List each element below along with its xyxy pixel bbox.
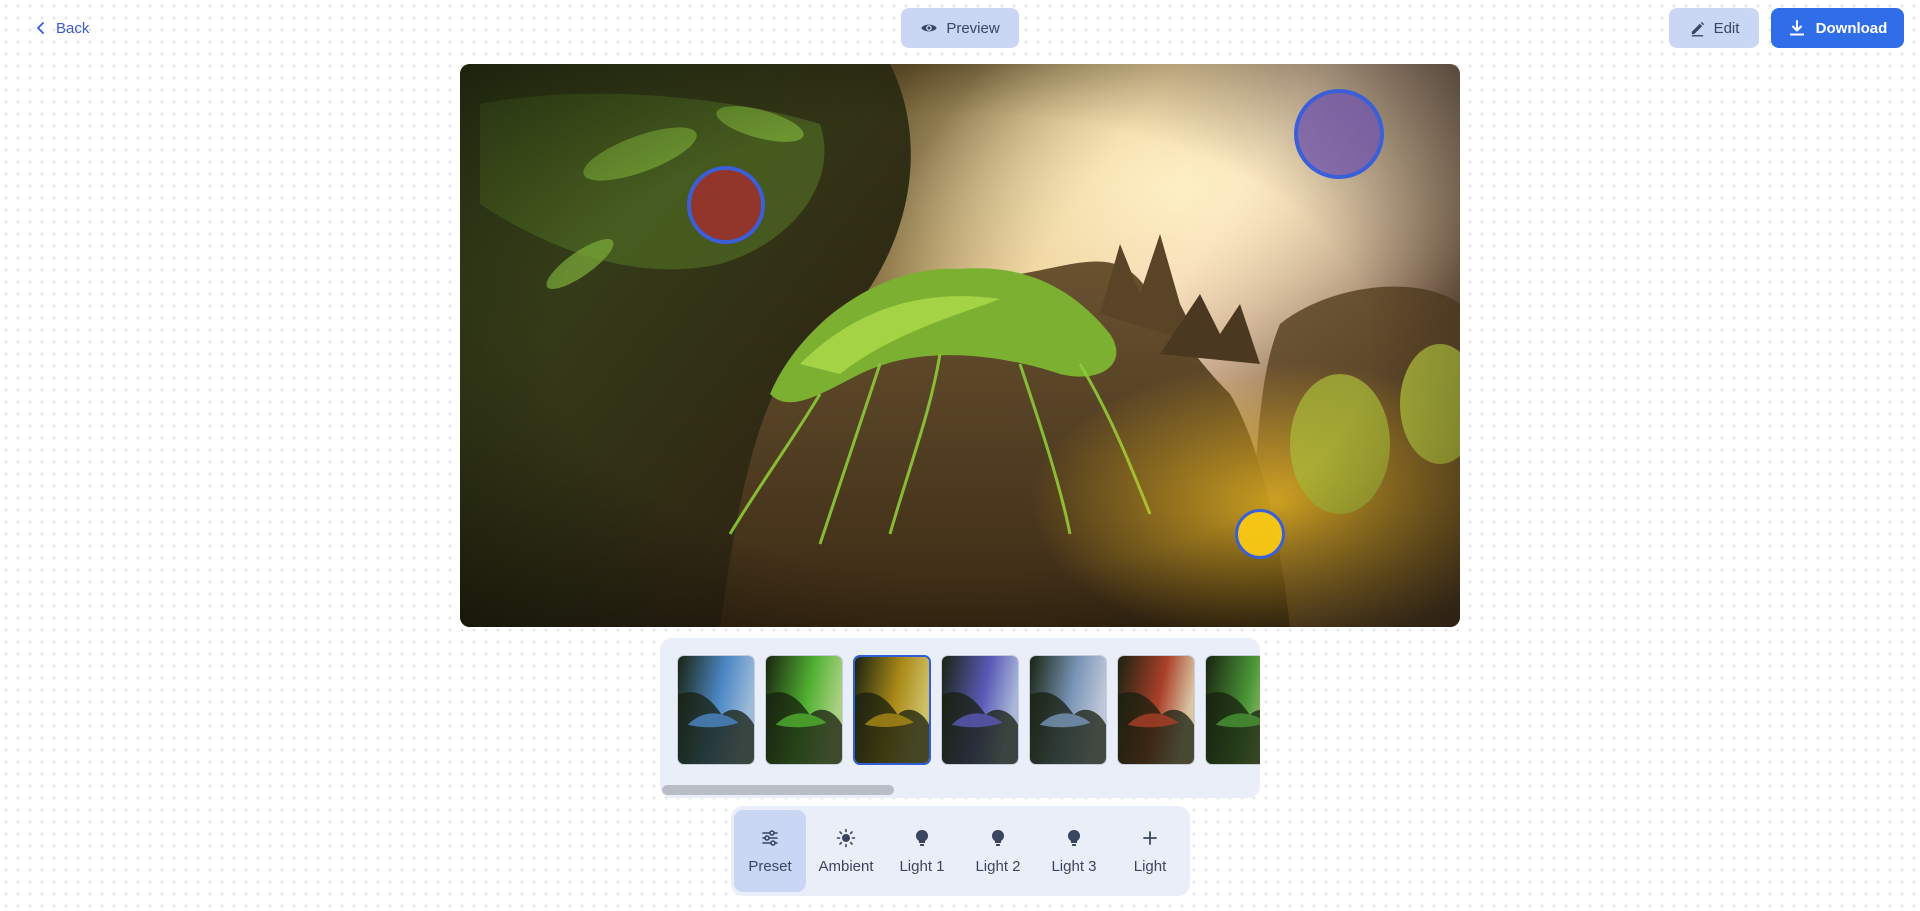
preset-thumbnail[interactable] xyxy=(1205,655,1260,765)
tool-light[interactable]: Light xyxy=(1114,810,1186,892)
preset-strip xyxy=(660,638,1260,798)
tool-label: Preset xyxy=(748,857,792,875)
preset-thumbnail-image xyxy=(766,656,842,764)
light-3-handle[interactable] xyxy=(1235,509,1285,559)
download-button[interactable]: Download xyxy=(1771,8,1904,48)
preset-thumbnail-image xyxy=(1118,656,1194,764)
preset-thumbnail[interactable] xyxy=(941,655,1019,765)
tool-light-2[interactable]: Light 2 xyxy=(962,810,1034,892)
preset-scrollbar[interactable] xyxy=(662,785,1258,795)
preset-thumbnail[interactable] xyxy=(1117,655,1195,765)
back-label: Back xyxy=(56,19,90,37)
preset-thumbnail[interactable] xyxy=(765,655,843,765)
tool-label: Light 1 xyxy=(899,857,945,875)
preset-thumbnail-image xyxy=(855,657,929,763)
sliders-icon xyxy=(760,828,780,852)
tool-light-3[interactable]: Light 3 xyxy=(1038,810,1110,892)
light-2-handle[interactable] xyxy=(1294,89,1384,179)
tool-label: Light xyxy=(1133,857,1167,875)
bulb-icon xyxy=(988,828,1008,852)
eye-icon xyxy=(921,24,937,32)
edit-label: Edit xyxy=(1713,19,1740,37)
preset-scrollbar-thumb[interactable] xyxy=(662,785,894,795)
tool-label: Light 3 xyxy=(1051,857,1097,875)
preset-thumbnail-image xyxy=(678,656,754,764)
preset-thumbnail[interactable] xyxy=(677,655,755,765)
chevron-left-icon xyxy=(37,22,44,34)
download-icon xyxy=(1789,20,1804,36)
tool-bar: Preset Ambient Light 1 Light 2 Light 3 Light xyxy=(731,806,1190,896)
preset-thumbnail[interactable] xyxy=(1029,655,1107,765)
download-label: Download xyxy=(1815,19,1888,37)
preview-button[interactable]: Preview xyxy=(901,8,1019,48)
edit-button[interactable]: Edit xyxy=(1669,8,1759,48)
photo-canvas[interactable] xyxy=(460,64,1460,627)
tool-label: Light 2 xyxy=(975,857,1021,875)
bulb-icon xyxy=(912,828,932,852)
tool-light-1[interactable]: Light 1 xyxy=(886,810,958,892)
preset-thumbnail-image xyxy=(1206,656,1260,764)
tool-label: Ambient xyxy=(818,857,874,875)
preset-thumbnail[interactable] xyxy=(853,655,931,765)
top-bar: Back Preview Edit Download xyxy=(0,0,1920,56)
bulb-icon xyxy=(1064,828,1084,852)
tool-preset[interactable]: Preset xyxy=(734,810,806,892)
pencil-icon xyxy=(1691,21,1704,36)
preset-thumbnail-image xyxy=(1030,656,1106,764)
preset-thumbnails[interactable] xyxy=(677,655,1260,765)
tool-ambient[interactable]: Ambient xyxy=(810,810,882,892)
back-button[interactable]: Back xyxy=(34,14,89,42)
sun-icon xyxy=(836,828,856,852)
preset-thumbnail-image xyxy=(942,656,1018,764)
light-1-handle[interactable] xyxy=(687,166,765,244)
preview-label: Preview xyxy=(946,19,1000,37)
plus-icon xyxy=(1140,828,1160,852)
